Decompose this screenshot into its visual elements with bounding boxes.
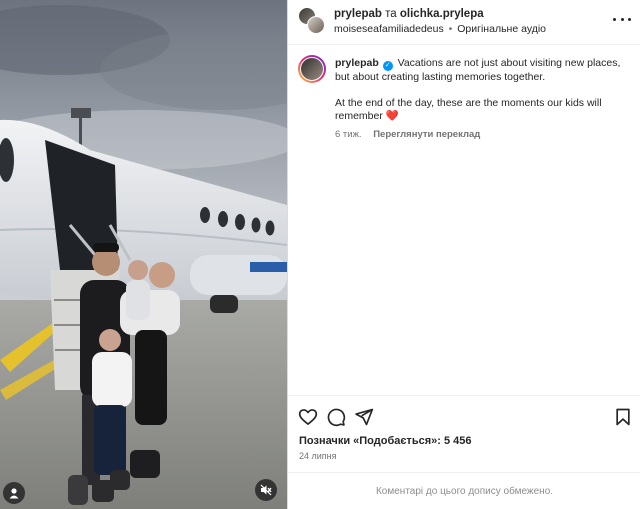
more-options-icon[interactable] <box>613 13 631 25</box>
separator-dot: • <box>448 23 453 35</box>
share-icon[interactable] <box>354 407 374 427</box>
bookmark-icon[interactable] <box>613 407 633 427</box>
original-audio-link[interactable]: Оригінальне аудіо <box>457 23 546 35</box>
audio-info: moiseseafamiliadedeus • Оригінальне ауді… <box>334 23 546 35</box>
verified-badge-icon: ✓ <box>382 61 393 71</box>
heart-emoji: ❤️ <box>385 110 399 122</box>
see-translation-button[interactable]: Переглянути переклад <box>373 129 480 140</box>
post-header: prylepab та olichka.prylepa moiseseafami… <box>288 0 640 45</box>
caption-username-link[interactable]: prylepab <box>335 57 379 69</box>
caption-text-2: At the end of the day, these are the mom… <box>335 97 602 122</box>
dot <box>613 17 616 21</box>
caption-avatar[interactable] <box>298 55 326 83</box>
volume-muted-icon <box>260 484 272 496</box>
mute-button[interactable] <box>255 479 277 501</box>
caption-meta: 6 тиж. Переглянути переклад <box>335 128 631 141</box>
post-caption: prylepab ✓ Vacations are not just about … <box>335 57 631 141</box>
audio-user-link[interactable]: moiseseafamiliadedeus <box>334 23 444 35</box>
comments-limited-notice: Коментарі до цього допису обмежено. <box>288 472 640 509</box>
post-date[interactable]: 24 липня <box>299 451 337 461</box>
avatar[interactable] <box>307 16 325 34</box>
dot <box>628 17 631 21</box>
avatar <box>300 57 324 81</box>
action-bar <box>288 395 640 435</box>
authors-connector: та <box>385 8 397 20</box>
comment-icon[interactable] <box>326 407 346 427</box>
user-tag-icon <box>9 488 19 499</box>
author-username-link[interactable]: prylepab <box>334 8 382 20</box>
heart-icon[interactable] <box>298 407 318 427</box>
coauthor-username-link[interactable]: olichka.prylepa <box>400 8 484 20</box>
user-tag-button[interactable] <box>3 482 25 504</box>
post-time-ago[interactable]: 6 тиж. <box>335 129 362 140</box>
post-photo <box>0 0 287 509</box>
likes-count[interactable]: Позначки «Подобається»: 5 456 <box>299 435 471 447</box>
post-details-panel: prylepab та olichka.prylepa moiseseafami… <box>287 0 640 509</box>
coauthor-avatars[interactable] <box>298 7 326 35</box>
post-authors: prylepab та olichka.prylepa <box>334 8 484 20</box>
post-media[interactable] <box>0 0 287 509</box>
dot <box>620 17 624 21</box>
